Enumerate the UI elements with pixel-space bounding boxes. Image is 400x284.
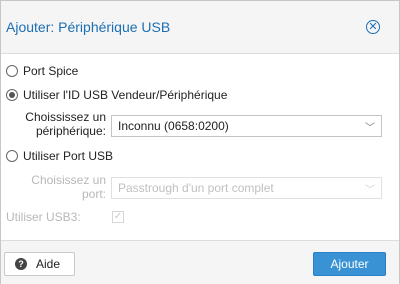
question-circle-icon: ?	[15, 258, 27, 270]
add-button[interactable]: Ajouter	[313, 252, 386, 276]
usb3-label: Utiliser USB3:	[6, 210, 81, 224]
dialog-titlebar: Ajouter: Périphérique USB ✕	[1, 1, 399, 54]
radio-label: Port Spice	[23, 64, 79, 78]
device-select[interactable]: Inconnu (0658:0200) ﹀	[111, 115, 382, 137]
add-usb-device-dialog: Ajouter: Périphérique USB ✕ Port Spice U…	[0, 0, 400, 284]
radio-usb-vendor-id[interactable]: Utiliser l'ID USB Vendeur/Périphérique	[6, 87, 227, 103]
device-select-value: Inconnu (0658:0200)	[118, 119, 229, 133]
chevron-down-icon[interactable]: ﹀	[359, 181, 381, 196]
help-button[interactable]: ? Aide	[4, 252, 75, 276]
help-button-label: Aide	[36, 257, 61, 271]
radio-button[interactable]	[6, 65, 18, 77]
dialog-title: Ajouter: Périphérique USB	[6, 19, 171, 35]
radio-label: Utiliser l'ID USB Vendeur/Périphérique	[23, 88, 228, 102]
device-select-label: Choississez un périphérique:	[25, 110, 106, 138]
dialog-footer: ? Aide Ajouter	[1, 240, 399, 284]
chevron-down-icon[interactable]: ﹀	[359, 119, 381, 134]
port-select[interactable]: Passtrough d'un port complet ﹀	[111, 177, 382, 199]
port-select-value: Passtrough d'un port complet	[118, 181, 274, 195]
usb3-checkbox[interactable]: ✓	[112, 211, 124, 223]
radio-button[interactable]	[6, 150, 18, 162]
radio-usb-port[interactable]: Utiliser Port USB	[6, 148, 113, 164]
radio-port-spice[interactable]: Port Spice	[6, 63, 78, 79]
radio-label: Utiliser Port USB	[23, 149, 114, 163]
close-icon[interactable]: ✕	[366, 20, 380, 34]
radio-button[interactable]	[6, 89, 18, 101]
port-select-label: Choisissez un port:	[31, 173, 106, 201]
